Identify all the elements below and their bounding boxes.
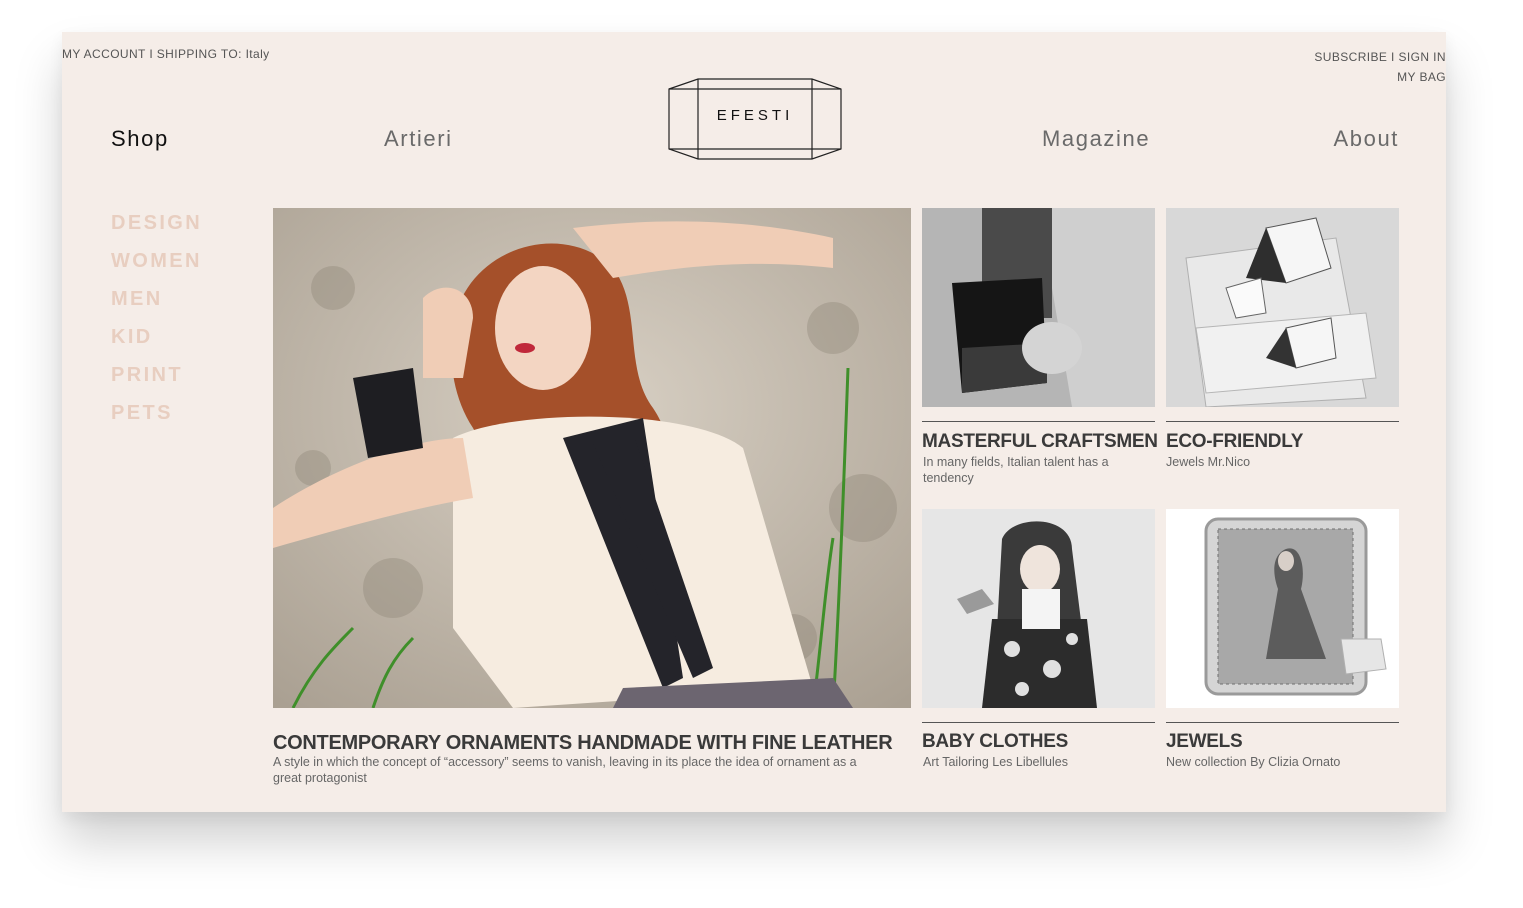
card-subtitle-line: In many fields, Italian talent has a [923, 455, 1109, 469]
efesti-logo[interactable]: EFESTI [668, 77, 842, 161]
card-subtitle-line: Art Tailoring Les Libellules [923, 755, 1068, 769]
hero-subtitle-line: great protagonist [273, 771, 367, 785]
card-subtitle-craftsmen: In many fields, Italian talent has a ten… [923, 454, 1153, 486]
page-canvas: MY ACCOUNT I SHIPPING TO: Italy SUBSCRIB… [62, 32, 1446, 812]
nav-about[interactable]: About [1334, 126, 1400, 152]
divider [922, 722, 1155, 723]
category-print[interactable]: PRINT [111, 356, 202, 394]
category-kid[interactable]: KID [111, 318, 202, 356]
my-account-link[interactable]: MY ACCOUNT [62, 47, 146, 61]
nav-artieri[interactable]: Artieri [384, 126, 453, 152]
hero-subtitle: A style in which the concept of “accesso… [273, 754, 913, 786]
category-menu: DESIGN WOMEN MEN KID PRINT PETS [111, 204, 202, 432]
logo-wordmark: EFESTI [716, 107, 794, 124]
account-bar: MY ACCOUNT I SHIPPING TO: Italy [62, 47, 270, 61]
card-subtitle-eco-friendly: Jewels Mr.Nico [1166, 454, 1396, 470]
nav-magazine[interactable]: Magazine [1042, 126, 1150, 152]
card-subtitle-line: New collection By Clizia Ornato [1166, 755, 1341, 769]
card-title-craftsmen[interactable]: MASTERFUL CRAFTSMEN [922, 431, 1158, 453]
category-pets[interactable]: PETS [111, 394, 202, 432]
card-subtitle-baby-clothes: Art Tailoring Les Libellules [923, 754, 1153, 770]
nav-shop[interactable]: Shop [111, 126, 169, 152]
category-design[interactable]: DESIGN [111, 204, 202, 242]
category-women[interactable]: WOMEN [111, 242, 202, 280]
card-image-jewels[interactable] [1166, 509, 1399, 708]
my-bag-link[interactable]: MY BAG [1397, 70, 1446, 84]
divider [922, 421, 1155, 422]
card-title-jewels[interactable]: JEWELS [1166, 731, 1243, 753]
sign-in-link[interactable]: SIGN IN [1399, 50, 1446, 64]
card-title-eco-friendly[interactable]: ECO-FRIENDLY [1166, 431, 1303, 453]
card-image-craftsmen[interactable] [922, 208, 1155, 407]
separator: I [149, 47, 154, 61]
divider [1166, 722, 1399, 723]
card-subtitle-line: Jewels Mr.Nico [1166, 455, 1251, 469]
card-image-baby-clothes[interactable] [922, 509, 1155, 708]
user-bar: SUBSCRIBE I SIGN IN MY BAG [1314, 47, 1446, 87]
shipping-country-link[interactable]: Italy [246, 47, 270, 61]
shipping-label: SHIPPING TO: [156, 47, 242, 61]
hero-title[interactable]: CONTEMPORARY ORNAMENTS HANDMADE WITH FIN… [273, 732, 893, 755]
subscribe-link[interactable]: SUBSCRIBE [1314, 50, 1387, 64]
separator: I [1391, 50, 1395, 64]
card-title-baby-clothes[interactable]: BABY CLOTHES [922, 731, 1068, 753]
card-subtitle-jewels: New collection By Clizia Ornato [1166, 754, 1396, 770]
divider [1166, 421, 1399, 422]
category-men[interactable]: MEN [111, 280, 202, 318]
hero-subtitle-line: A style in which the concept of “accesso… [273, 755, 857, 769]
card-image-eco-friendly[interactable] [1166, 208, 1399, 407]
hero-image[interactable] [273, 208, 911, 708]
card-subtitle-line: tendency [923, 471, 974, 485]
